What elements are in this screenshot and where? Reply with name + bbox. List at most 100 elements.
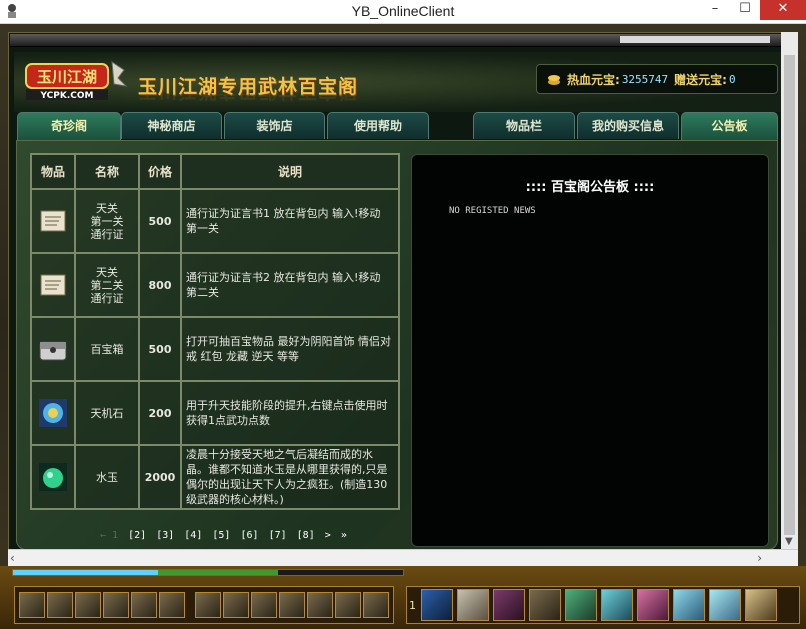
scroll-left-arrow-icon[interactable]: ‹: [10, 551, 15, 565]
page-link[interactable]: [5]: [212, 530, 230, 541]
item-price: 500: [138, 188, 182, 254]
logo-text: 玉川江湖: [37, 68, 97, 86]
skill-slot[interactable]: [19, 592, 45, 618]
tab-help[interactable]: 使用帮助: [327, 112, 429, 139]
item-name: 水玉: [74, 444, 140, 510]
skill-slot[interactable]: [103, 592, 129, 618]
item-price: 800: [138, 252, 182, 318]
page-last[interactable]: »: [341, 530, 347, 541]
scroll-right-arrow-icon[interactable]: ›: [757, 551, 762, 565]
page-link[interactable]: [8]: [297, 530, 315, 541]
header-desc: 说明: [180, 153, 400, 190]
tab-decoration-shop[interactable]: 装饰店: [224, 112, 325, 139]
tab-bulletin[interactable]: 公告板: [681, 112, 778, 141]
tab-purchase-history[interactable]: 我的购买信息: [577, 112, 679, 139]
skill-slot[interactable]: [159, 592, 185, 618]
gem-stone-icon[interactable]: [37, 397, 69, 429]
tab-treasure[interactable]: 奇珍阁: [17, 112, 121, 141]
treasure-chest-icon[interactable]: [37, 333, 69, 365]
skill-slot[interactable]: [223, 592, 249, 618]
page-link[interactable]: [3]: [156, 530, 174, 541]
page-prev[interactable]: ← 1: [100, 530, 118, 541]
skill-slot[interactable]: [335, 592, 361, 618]
page-link[interactable]: [2]: [128, 530, 146, 541]
tab-inventory[interactable]: 物品栏: [473, 112, 575, 139]
jade-icon[interactable]: [37, 461, 69, 493]
bulletin-title: :::: 百宝阁公告板 ::::: [525, 180, 655, 195]
gift-label: 赠送元宝:: [674, 72, 727, 87]
mp-bar-fill: [158, 570, 278, 575]
skill-slot[interactable]: [421, 589, 453, 621]
table-header-row: 物品 名称 价格 说明: [30, 153, 400, 190]
table-row[interactable]: 天机石 200 用于升天技能阶段的提升,右键点击使用时获得1点武功点数: [30, 380, 400, 446]
skill-slot[interactable]: [529, 589, 561, 621]
item-name: 天机石: [74, 380, 140, 446]
page-link[interactable]: [7]: [269, 530, 287, 541]
page-title-reflection: 玉川江湖专用武林百宝阁: [138, 94, 358, 106]
table-row[interactable]: 天关 第一关 通行证 500 通行证为证言书1 放在背包内 输入!移动 第一关: [30, 188, 400, 254]
skill-slot[interactable]: [279, 592, 305, 618]
skill-slot[interactable]: [457, 589, 489, 621]
item-desc: 打开可抽百宝物品 最好为阴阳首饰 情侣对戒 红包 龙藏 逆天 等等: [180, 316, 400, 382]
skill-slot[interactable]: [131, 592, 157, 618]
item-name: 百宝箱: [74, 316, 140, 382]
skill-slot[interactable]: [251, 592, 277, 618]
header-name: 名称: [74, 153, 140, 190]
skill-slot[interactable]: [709, 589, 741, 621]
close-button[interactable]: ✕: [760, 0, 806, 20]
table-row[interactable]: 水玉 2000 凌晨十分接受天地之气后凝结而成的水晶。谁都不知道水玉是从哪里获得…: [30, 444, 400, 510]
skill-slot[interactable]: [565, 589, 597, 621]
hp-bar-fill: [13, 570, 158, 575]
maximize-button[interactable]: ☐: [730, 0, 760, 20]
skill-slot[interactable]: [307, 592, 333, 618]
balance-panel: 热血元宝: 3255747 赠送元宝: 0: [536, 64, 778, 94]
skill-slot[interactable]: [195, 592, 221, 618]
skill-slot[interactable]: [75, 592, 101, 618]
item-desc: 凌晨十分接受天地之气后凝结而成的水晶。谁都不知道水玉是从哪里获得的,只是偶尔的出…: [180, 444, 400, 510]
item-desc: 通行证为证言书1 放在背包内 输入!移动 第一关: [180, 188, 400, 254]
skill-slot[interactable]: [637, 589, 669, 621]
horizontal-scrollbar[interactable]: ‹ ›: [8, 549, 798, 567]
window-title: YB_OnlineClient: [351, 3, 455, 19]
skill-slot[interactable]: [363, 592, 389, 618]
item-table: 物品 名称 价格 说明 天关 第一关 通行证 500 通行证为证言书1 放在背包…: [30, 153, 400, 510]
header-item: 物品: [30, 153, 76, 190]
skill-bar-right: 1: [406, 586, 800, 624]
coin-stack-icon: [548, 75, 560, 85]
bulletin-body: NO REGISTED NEWS: [449, 206, 536, 216]
header-price: 价格: [138, 153, 182, 190]
balance-value: 3255747: [621, 72, 669, 86]
logo-subtext: YCPK.COM: [39, 91, 93, 101]
gift-value: 0: [728, 72, 736, 86]
vertical-scrollbar-thumb[interactable]: [784, 55, 795, 535]
item-name: 天关 第一关 通行证: [74, 188, 140, 254]
minimize-button[interactable]: –: [700, 0, 730, 20]
page-link[interactable]: [6]: [240, 530, 258, 541]
item-desc: 用于升天技能阶段的提升,右键点击使用时获得1点武功点数: [180, 380, 400, 446]
scroll-icon[interactable]: [37, 269, 69, 301]
table-row[interactable]: 天关 第二关 通行证 800 通行证为证言书2 放在背包内 输入!移动 第二关: [30, 252, 400, 318]
item-name: 天关 第二关 通行证: [74, 252, 140, 318]
scroll-icon[interactable]: [37, 205, 69, 237]
skill-slot[interactable]: [493, 589, 525, 621]
pagination: ← 1 [2] [3] [4] [5] [6] [7] [8] > »: [100, 530, 351, 541]
item-price: 500: [138, 316, 182, 382]
hotbar-page-number[interactable]: 1: [409, 599, 421, 612]
skill-bar-left: [14, 586, 394, 624]
skill-slot[interactable]: [673, 589, 705, 621]
top-scrollbar-thumb[interactable]: [620, 36, 770, 43]
item-price: 2000: [138, 444, 182, 510]
tab-mystery-shop[interactable]: 神秘商店: [121, 112, 222, 139]
skill-slot[interactable]: [745, 589, 777, 621]
logo: 玉川江湖 YCPK.COM: [25, 61, 128, 101]
table-row[interactable]: 百宝箱 500 打开可抽百宝物品 最好为阴阳首饰 情侣对戒 红包 龙藏 逆天 等…: [30, 316, 400, 382]
item-price: 200: [138, 380, 182, 446]
page-link[interactable]: [4]: [184, 530, 202, 541]
page-next[interactable]: >: [325, 530, 331, 541]
skill-slot[interactable]: [47, 592, 73, 618]
item-desc: 通行证为证言书2 放在背包内 输入!移动 第二关: [180, 252, 400, 318]
balance-label: 热血元宝:: [567, 72, 620, 87]
window-titlebar: YB_OnlineClient – ☐ ✕: [0, 0, 806, 24]
scroll-down-arrow-icon[interactable]: ▼: [785, 536, 793, 547]
skill-slot[interactable]: [601, 589, 633, 621]
